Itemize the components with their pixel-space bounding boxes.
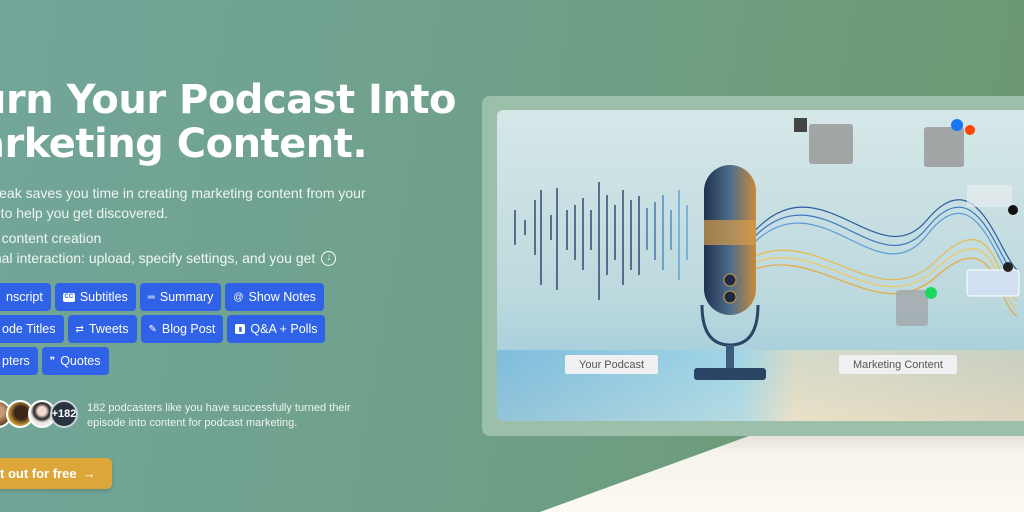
newsletter-icon <box>794 118 807 132</box>
hero-title-line-1: urn Your Podcast Into <box>0 77 456 123</box>
facebook-icon <box>951 119 963 131</box>
microphone <box>694 165 766 380</box>
chip-label: Blog Post <box>161 322 216 336</box>
x-twitter-icon <box>1008 205 1018 215</box>
podcast-illustration: Your Podcast Marketing Content <box>497 110 1024 421</box>
content-cards <box>794 118 1020 326</box>
chip-transcript[interactable]: nscript <box>0 283 51 311</box>
sound-waveform <box>514 182 688 300</box>
content-type-chips: nscript CC Subtitles ═ Summary @ Show No… <box>0 283 326 379</box>
avatar-group: +182 <box>0 400 78 428</box>
spotify-icon <box>925 287 937 299</box>
chip-show-notes[interactable]: @ Show Notes <box>225 283 324 311</box>
chip-blog-post[interactable]: ✎ Blog Post <box>140 315 224 343</box>
social-proof-text: 182 podcasters like you have successfull… <box>87 401 351 431</box>
your-podcast-label: Your Podcast <box>565 355 659 374</box>
cc-icon: CC <box>62 292 75 302</box>
reddit-icon <box>965 125 975 135</box>
hero-title: urn Your Podcast Into arketing Content. <box>0 78 456 166</box>
chip-qa-polls[interactable]: ▮ Q&A + Polls <box>227 315 326 343</box>
feature-text: inimal interaction: upload, specify sett… <box>0 250 316 266</box>
marketing-content-label: Marketing Content <box>839 355 957 374</box>
chip-label: ode Titles <box>2 322 56 336</box>
chip-episode-titles[interactable]: ode Titles <box>0 315 64 343</box>
hero-title-line-2: arketing Content. <box>0 121 368 167</box>
retweet-icon: ⇄ <box>75 323 84 335</box>
content-card <box>967 185 1012 207</box>
chip-label: pters <box>2 354 30 368</box>
content-card <box>896 290 928 326</box>
poll-chart-icon: ▮ <box>235 324 246 334</box>
summary-lines-icon: ═ <box>147 291 155 303</box>
avatar-more-count: +182 <box>50 400 78 428</box>
chip-row: nscript CC Subtitles ═ Summary @ Show No… <box>0 283 324 311</box>
social-proof-line-2: episode into content for podcast marketi… <box>87 417 298 429</box>
chip-subtitles[interactable]: CC Subtitles <box>54 283 136 311</box>
chip-summary[interactable]: ═ Summary <box>139 283 222 311</box>
cta-label: t out for free <box>0 466 77 481</box>
chip-label: nscript <box>6 290 43 304</box>
chip-label: Quotes <box>60 354 101 368</box>
chip-tweets[interactable]: ⇄ Tweets <box>67 315 137 343</box>
feature-item: inimal interaction: upload, specify sett… <box>0 248 337 268</box>
flowing-ribbons <box>746 199 1018 317</box>
chip-label: Summary <box>159 290 214 304</box>
content-card <box>966 269 1020 297</box>
feature-item: line content creation <box>0 228 336 248</box>
download-circle-icon: ↓ <box>321 250 337 266</box>
feature-text: line content creation <box>0 230 102 246</box>
chip-row: ode Titles ⇄ Tweets ✎ Blog Post ▮ Q&A + … <box>0 315 326 343</box>
content-card <box>809 124 853 164</box>
chip-row: pters ❞ Quotes <box>0 347 312 375</box>
notes-swirl-icon: @ <box>233 291 244 303</box>
try-free-button[interactable]: t out for free → <box>0 458 112 489</box>
chip-label: Subtitles <box>79 290 128 304</box>
chip-label: Show Notes <box>248 290 316 304</box>
hero-subtitle: Speak saves you time in creating marketi… <box>0 183 366 223</box>
content-card <box>924 127 964 167</box>
subtitle-line-2: es to help you get discovered. <box>0 205 169 221</box>
illustration-artwork <box>497 118 1024 421</box>
social-proof-line-1: 182 podcasters like you have successfull… <box>87 402 351 414</box>
arrow-right-icon: → <box>82 466 96 481</box>
chip-label: Tweets <box>88 322 129 336</box>
medium-icon <box>1003 262 1013 272</box>
quote-bubble-icon: ❞ <box>49 355 56 367</box>
subtitle-line-1: Speak saves you time in creating marketi… <box>0 185 366 201</box>
chip-quotes[interactable]: ❞ Quotes <box>41 347 109 375</box>
chip-label: Q&A + Polls <box>250 322 318 336</box>
feather-icon: ✎ <box>148 323 157 335</box>
chip-chapters[interactable]: pters <box>0 347 38 375</box>
feature-list: line content creation inimal interaction… <box>0 228 337 268</box>
